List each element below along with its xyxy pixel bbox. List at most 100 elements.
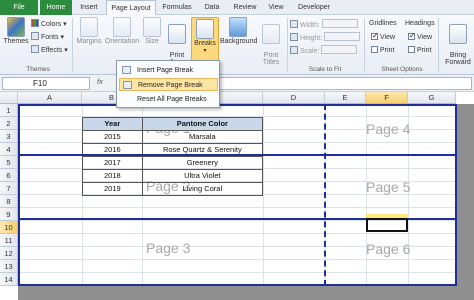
tab-insert[interactable]: Insert <box>74 0 104 15</box>
column-header-e[interactable]: E <box>325 92 366 104</box>
page-border-bottom <box>18 284 457 286</box>
fonts-button[interactable]: Fonts ▾ <box>31 32 64 42</box>
non-print-area <box>457 104 474 300</box>
scale-control[interactable]: Scale: <box>290 45 358 55</box>
row-header[interactable]: 9 <box>0 208 18 221</box>
row-header[interactable]: 4 <box>0 143 18 156</box>
size-icon <box>143 17 161 37</box>
gridline <box>18 207 456 208</box>
row-header[interactable]: 13 <box>0 260 18 273</box>
orientation-button[interactable]: Orientation <box>104 17 140 45</box>
row-header[interactable]: 1 <box>0 104 18 117</box>
row-header[interactable]: 3 <box>0 130 18 143</box>
page-6-watermark: Page 6 <box>366 241 411 257</box>
print-titles-button[interactable]: Print Titles <box>258 17 284 66</box>
ribbon-tabs: File Home Insert Page Layout Formulas Da… <box>0 0 474 16</box>
active-cell-f10[interactable] <box>366 218 408 232</box>
margins-button[interactable]: Margins <box>76 17 102 45</box>
effects-icon <box>31 45 39 53</box>
row-header[interactable]: 5 <box>0 156 18 169</box>
cell-year[interactable]: 2017 <box>82 156 143 170</box>
cell-color[interactable]: Living Coral <box>141 182 264 196</box>
colors-icon <box>31 19 39 27</box>
width-control[interactable]: Width: <box>290 19 358 29</box>
width-icon <box>290 20 298 28</box>
colors-button[interactable]: Colors ▾ <box>31 19 67 29</box>
page-4-watermark: Page 4 <box>366 121 411 137</box>
remove-page-break-item[interactable]: Remove Page Break <box>119 78 218 91</box>
height-combo[interactable] <box>324 32 361 41</box>
row-header[interactable]: 12 <box>0 247 18 260</box>
tab-page-layout[interactable]: Page Layout <box>106 0 156 16</box>
column-header-a[interactable]: A <box>18 92 82 104</box>
column-header-f[interactable]: F <box>366 92 408 104</box>
headings-label: Headings <box>405 20 435 27</box>
page-border-top <box>18 104 457 106</box>
row-header[interactable]: 7 <box>0 182 18 195</box>
table-header-row: Year Pantone Color <box>82 117 264 131</box>
page-3-watermark: Page 3 <box>146 240 191 256</box>
checkbox-unchecked-icon <box>371 46 378 53</box>
reset-breaks-icon <box>122 95 131 103</box>
gridlines-view-checkbox[interactable]: View <box>371 31 395 43</box>
checkbox-checked-icon <box>408 31 416 41</box>
background-button[interactable]: Background <box>220 17 257 45</box>
gridline <box>263 104 264 286</box>
cell-color[interactable]: Marsala <box>141 130 264 144</box>
row-header[interactable]: 11 <box>0 234 18 247</box>
cell-year[interactable]: 2018 <box>82 169 143 183</box>
headings-print-checkbox[interactable]: Print <box>408 46 431 56</box>
cell-color[interactable]: Ultra Violet <box>141 169 264 183</box>
bring-forward-icon <box>449 24 467 44</box>
ribbon-separator <box>364 18 365 72</box>
gridlines-print-checkbox[interactable]: Print <box>371 46 394 56</box>
fonts-icon <box>31 32 39 40</box>
orientation-icon <box>113 17 131 37</box>
row-header[interactable]: 10 <box>0 221 18 234</box>
margins-icon <box>80 17 98 37</box>
tab-data[interactable]: Data <box>199 0 225 15</box>
tab-review[interactable]: Review <box>229 0 261 15</box>
reset-all-page-breaks-item[interactable]: Reset All Page Breaks <box>119 93 218 106</box>
tab-home[interactable]: Home <box>40 0 72 15</box>
cell-year[interactable]: 2015 <box>82 130 143 144</box>
insert-page-break-item[interactable]: Insert Page Break <box>119 64 218 77</box>
ribbon: Themes Colors ▾ Fonts ▾ Effects ▾ Themes… <box>0 15 474 75</box>
header-pantone-color[interactable]: Pantone Color <box>141 117 264 131</box>
column-header-g[interactable]: G <box>408 92 456 104</box>
headings-view-checkbox[interactable]: View <box>408 31 432 43</box>
page-break-vertical-automatic[interactable] <box>324 104 326 286</box>
gridline <box>18 272 456 273</box>
themes-button[interactable]: Themes <box>3 17 29 45</box>
bring-forward-button[interactable]: Bring Forward <box>442 17 474 66</box>
page-break-horizontal[interactable] <box>18 154 457 156</box>
size-button[interactable]: Size <box>143 17 161 45</box>
effects-button[interactable]: Effects ▾ <box>31 45 68 55</box>
tab-view[interactable]: View <box>264 0 288 15</box>
header-year[interactable]: Year <box>82 117 143 131</box>
tab-formulas[interactable]: Formulas <box>159 0 195 15</box>
breaks-icon <box>196 19 214 39</box>
breaks-button[interactable]: Breaks ▾ <box>191 17 219 61</box>
scale-combo[interactable] <box>321 45 358 54</box>
row-header[interactable]: 14 <box>0 273 18 286</box>
background-icon <box>229 17 247 37</box>
ribbon-separator <box>72 18 73 72</box>
name-box[interactable]: F10 <box>2 77 90 90</box>
sheet-options-group-label: Sheet Options <box>381 66 423 73</box>
row-header[interactable]: 6 <box>0 169 18 182</box>
row-header[interactable]: 2 <box>0 117 18 130</box>
tab-developer[interactable]: Developer <box>292 0 336 15</box>
page-border-right <box>455 104 457 286</box>
print-area-button[interactable]: Print Area <box>166 17 188 66</box>
width-combo[interactable] <box>321 19 358 28</box>
fx-icon[interactable]: fx <box>97 77 103 86</box>
row-header[interactable]: 8 <box>0 195 18 208</box>
height-control[interactable]: Height: <box>290 32 361 42</box>
tab-file[interactable]: File <box>0 0 38 15</box>
cell-year[interactable]: 2019 <box>82 182 143 196</box>
print-area-icon <box>168 24 186 44</box>
column-header-d[interactable]: D <box>263 92 325 104</box>
select-all-corner[interactable] <box>0 92 18 104</box>
cell-color[interactable]: Greenery <box>141 156 264 170</box>
